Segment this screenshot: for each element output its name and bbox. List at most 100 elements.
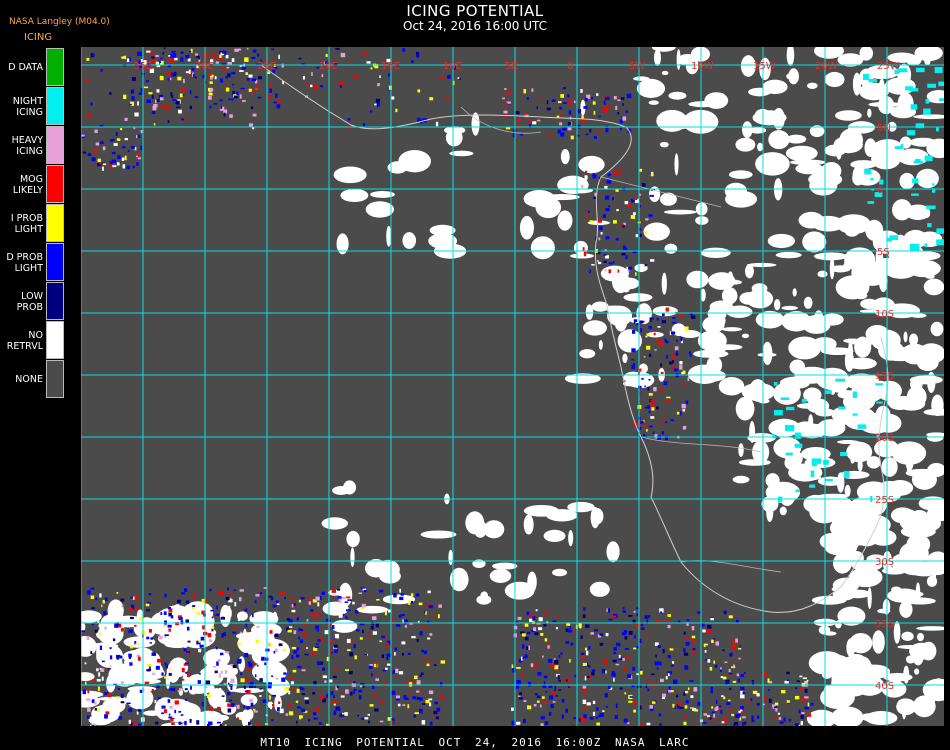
icing-pixel: [409, 693, 412, 696]
icing-pixel: [671, 365, 673, 371]
icing-pixel: [592, 101, 596, 105]
icing-pixel: [87, 114, 92, 118]
icing-pixel: [804, 688, 808, 693]
icing-pixel: [582, 699, 587, 704]
cloud-patch: [471, 112, 480, 136]
icing-pixel: [632, 212, 636, 216]
icing-pixel: [176, 106, 181, 109]
icing-pixel: [421, 720, 426, 725]
cloud-patch: [779, 376, 811, 390]
icing-pixel: [660, 363, 663, 367]
icing-pixel: [368, 720, 371, 724]
icing-pixel: [615, 238, 619, 241]
icing-pixel: [304, 697, 309, 700]
icing-pixel: [148, 668, 152, 672]
cloud-patch: [909, 333, 919, 346]
icing-pixel: [561, 714, 564, 719]
icing-pixel: [295, 700, 299, 703]
icing-pixel: [613, 652, 617, 654]
legend-item-heavy-icing: HEAVY ICING: [0, 126, 66, 165]
icing-pixel: [168, 716, 173, 719]
lon-label: 5W: [629, 61, 645, 72]
icing-pixel: [230, 703, 235, 708]
icing-pixel: [311, 72, 313, 76]
icing-pixel: [153, 123, 156, 126]
legend-swatch: [46, 243, 64, 281]
icing-pixel: [214, 670, 218, 674]
legend-item-none: NONE: [0, 360, 66, 399]
icing-pixel: [213, 102, 218, 105]
cloud-patch: [702, 332, 707, 347]
icing-pixel: [234, 601, 237, 607]
cloud-patch: [775, 251, 802, 259]
icing-pixel: [583, 106, 588, 109]
cloud-patch: [663, 209, 697, 215]
icing-pixel: [100, 68, 103, 72]
cloud-patch: [865, 384, 899, 397]
icing-pixel: [236, 91, 239, 95]
cloud-patch: [860, 298, 879, 309]
icing-pixel: [542, 701, 547, 704]
icing-pixel: [159, 97, 164, 101]
icing-pixel: [536, 695, 541, 699]
icing-pixel: [630, 215, 636, 219]
icing-pixel: [178, 710, 182, 713]
icing-pixel: [687, 687, 690, 690]
icing-pixel: [238, 597, 242, 602]
cloud-patch: [356, 605, 389, 614]
icing-pixel: [728, 668, 731, 673]
cloud-patch: [519, 215, 534, 240]
icing-map[interactable]: 35E 30E 25E 20E 15E 10E 5E 0 5W 10W 15W …: [81, 47, 944, 726]
cloud-patch: [846, 357, 877, 370]
icing-pixel: [585, 705, 588, 709]
icing-pixel: [625, 655, 629, 659]
icing-pixel: [422, 703, 426, 705]
icing-pixel: [518, 697, 523, 700]
icing-pixel: [195, 53, 199, 56]
icing-pixel: [138, 723, 142, 726]
icing-pixel: [651, 673, 655, 676]
cloud-patch: [338, 582, 353, 607]
icing-pixel: [159, 75, 164, 81]
icing-pixel: [84, 662, 87, 665]
icing-pixel: [762, 697, 768, 701]
icing-pixel: [662, 313, 665, 317]
cloud-patch: [546, 509, 578, 522]
icing-pixel: [386, 642, 389, 648]
icing-pixel: [561, 698, 565, 703]
cloud-patch: [579, 348, 596, 359]
icing-pixel: [300, 629, 303, 632]
icing-pixel: [526, 611, 530, 616]
icing-pixel: [99, 632, 102, 635]
icing-pixel: [291, 609, 296, 613]
lon-label: 25W: [877, 61, 900, 72]
icing-pixel: [645, 615, 650, 619]
cloud-patch: [920, 211, 931, 219]
icing-pixel: [503, 110, 508, 114]
icing-pixel: [640, 328, 643, 333]
icing-pixel: [600, 232, 603, 235]
icing-pixel: [619, 168, 622, 173]
icing-pixel: [315, 625, 319, 630]
icing-pixel: [95, 142, 100, 146]
icing-pixel: [281, 677, 286, 682]
icing-pixel: [298, 57, 302, 60]
icing-pixel: [679, 365, 683, 370]
night-icing-patch: [870, 177, 874, 181]
icing-pixel: [567, 121, 572, 126]
icing-pixel: [161, 712, 164, 715]
icing-pixel: [205, 600, 208, 604]
icing-pixel: [420, 672, 424, 676]
icing-pixel: [612, 220, 617, 224]
icing-pixel: [246, 78, 250, 81]
icing-pixel: [155, 55, 159, 58]
icing-pixel: [545, 691, 548, 693]
icing-pixel: [154, 699, 157, 704]
icing-pixel: [207, 694, 211, 699]
icing-pixel: [620, 127, 622, 131]
icing-pixel: [675, 610, 678, 613]
icing-pixel: [662, 648, 665, 654]
icing-pixel: [126, 702, 131, 705]
icing-pixel: [324, 680, 327, 684]
icing-pixel: [394, 652, 396, 656]
